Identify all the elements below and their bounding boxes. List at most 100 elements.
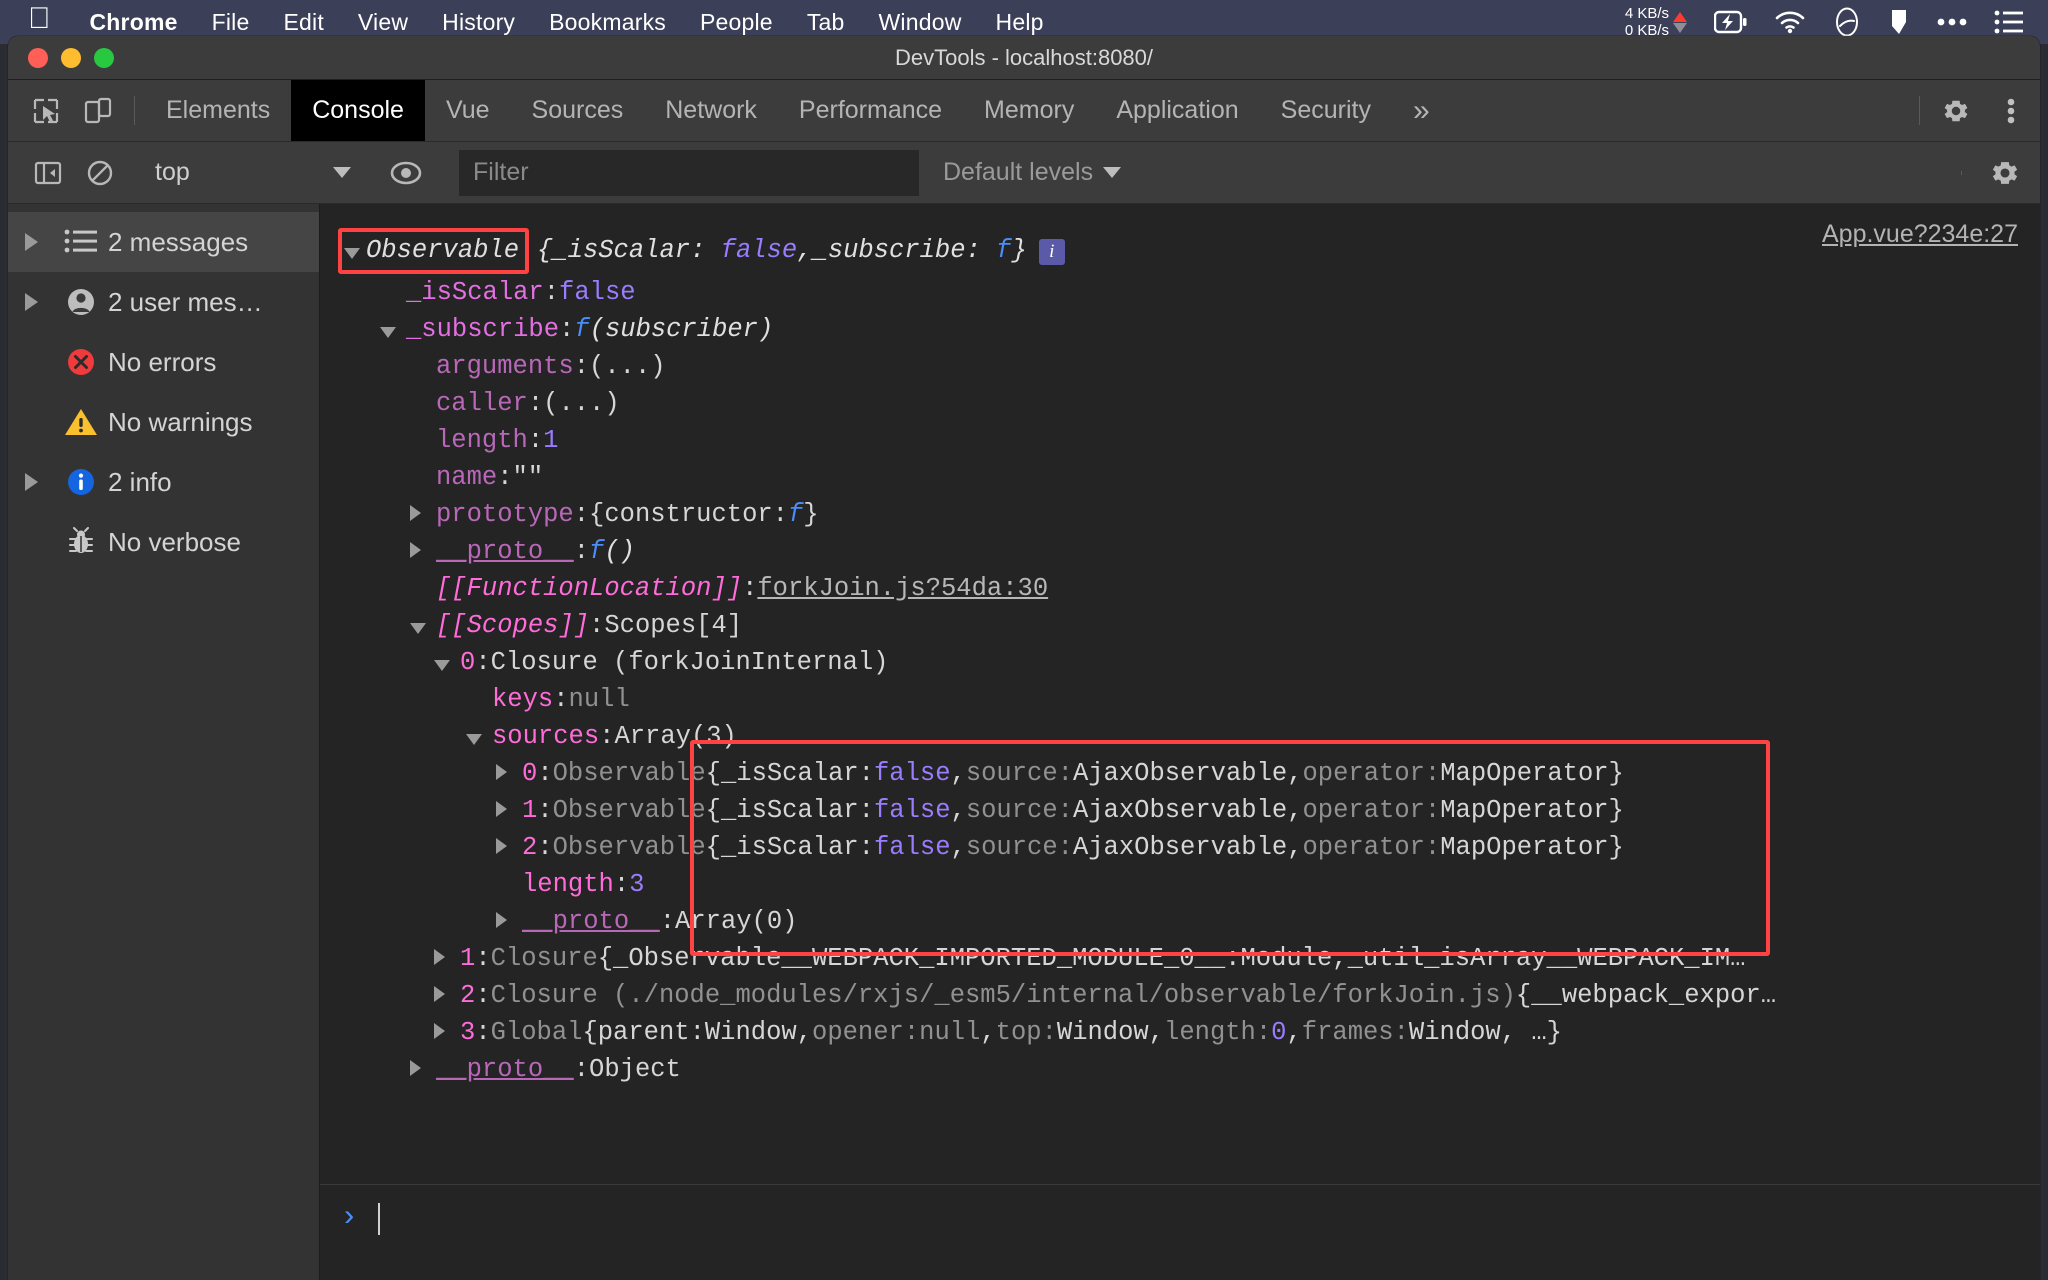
apple-logo-icon[interactable]:  [28, 4, 51, 34]
sidebar-item-warnings[interactable]: No warnings [8, 392, 319, 452]
expand-arrow-icon[interactable] [496, 829, 522, 866]
expand-arrow-icon[interactable] [496, 792, 522, 829]
tree-row-proto2[interactable]: __proto__: Array(0) [338, 903, 2040, 940]
tab-elements[interactable]: Elements [145, 80, 291, 141]
filter-input[interactable] [459, 149, 919, 196]
collapse-arrow-icon[interactable] [434, 644, 460, 681]
expand-arrow-icon[interactable] [410, 533, 436, 570]
minimize-window-button[interactable] [61, 47, 81, 68]
tree-row-keys[interactable]: keys: null [338, 681, 2040, 718]
menu-item-tab[interactable]: Tab [790, 9, 862, 36]
tree-row-sources[interactable]: sources: Array(3) [338, 718, 2040, 755]
menu-item-edit[interactable]: Edit [266, 9, 340, 36]
tab-performance[interactable]: Performance [778, 80, 963, 141]
sidebar-item-errors[interactable]: No errors [8, 332, 319, 392]
menu-item-chrome[interactable]: Chrome [73, 9, 195, 36]
console-settings-gear-icon[interactable] [1970, 157, 2040, 189]
tree-row-subscribe[interactable]: _subscribe: f (subscriber) [338, 311, 2040, 348]
tree-row-scope2[interactable]: 2: Closure (./node_modules/rxjs/_esm5/in… [338, 977, 2040, 1014]
expand-arrow-icon[interactable] [434, 977, 460, 1014]
dropbox-icon[interactable] [1888, 8, 1910, 36]
wifi-icon[interactable] [1774, 10, 1806, 34]
expand-arrow-icon[interactable] [410, 496, 436, 533]
clear-console-icon[interactable] [74, 159, 126, 187]
sidebar-item-user-messages[interactable]: 2 user mes… [8, 272, 319, 332]
tree-row-prototype[interactable]: prototype: {constructor: f} [338, 496, 2040, 533]
menu-item-view[interactable]: View [341, 9, 425, 36]
tree-token: : [589, 611, 605, 640]
tree-token: Closure (./node_modules/rxjs/_esm5/inter… [490, 981, 1516, 1010]
tree-row-name[interactable]: name: "" [338, 459, 2040, 496]
menu-item-window[interactable]: Window [862, 9, 979, 36]
tree-row-funcloc[interactable]: [[FunctionLocation]]: forkJoin.js?54da:3… [338, 570, 2040, 607]
menu-item-history[interactable]: History [425, 9, 532, 36]
tab-vue[interactable]: Vue [425, 80, 511, 141]
sidebar-item-info[interactable]: 2 info [8, 452, 319, 512]
tab-network[interactable]: Network [644, 80, 778, 141]
tree-row-scope0[interactable]: 0: Closure (forkJoinInternal) [338, 644, 2040, 681]
tree-row-caller[interactable]: caller: (...) [338, 385, 2040, 422]
show-console-sidebar-icon[interactable] [22, 159, 74, 187]
tab-application[interactable]: Application [1095, 80, 1259, 141]
tree-row-src0[interactable]: 0: Observable {_isScalar: false, source:… [338, 755, 2040, 792]
collapse-arrow-icon[interactable] [466, 718, 492, 755]
siri-icon[interactable] [1832, 7, 1862, 37]
more-tabs-button[interactable]: » [1392, 80, 1451, 141]
network-arrows [1673, 11, 1687, 33]
collapse-arrow-icon[interactable] [344, 247, 360, 259]
expand-arrow-icon[interactable] [496, 903, 522, 940]
prompt-text-caret [378, 1203, 381, 1235]
expand-arrow-icon[interactable] [496, 755, 522, 792]
console-object-header[interactable]: Observable { _isScalar : false , _subscr… [338, 228, 2040, 274]
console-prompt[interactable]: › [320, 1184, 2040, 1280]
tab-memory[interactable]: Memory [963, 80, 1095, 141]
tree-row-length3[interactable]: length: 3 [338, 866, 2040, 903]
menu-item-file[interactable]: File [195, 9, 267, 36]
expand-arrow-icon[interactable] [8, 293, 54, 311]
tree-row-proto1[interactable]: __proto__: f () [338, 533, 2040, 570]
tree-row-arguments[interactable]: arguments: (...) [338, 348, 2040, 385]
live-expression-icon[interactable] [380, 160, 432, 186]
expand-arrow-icon[interactable] [8, 233, 54, 251]
source-location-link[interactable]: App.vue?234e:27 [1822, 220, 2018, 249]
sidebar-item-messages[interactable]: 2 messages [8, 212, 319, 272]
tree-token: MapOperator} [1440, 759, 1624, 788]
tree-row-scope1[interactable]: 1: Closure {_Observable__WEBPACK_IMPORTE… [338, 940, 2040, 977]
tree-row-scopes[interactable]: [[Scopes]]: Scopes[4] [338, 607, 2040, 644]
tree-token: __proto__ [436, 537, 574, 566]
log-levels-selector[interactable]: Default levels [943, 158, 1122, 187]
tab-sources[interactable]: Sources [511, 80, 645, 141]
tree-token: : [537, 796, 553, 825]
collapse-arrow-icon[interactable] [410, 607, 436, 644]
tree-row-src1[interactable]: 1: Observable {_isScalar: false, source:… [338, 792, 2040, 829]
sidebar-item-verbose[interactable]: No verbose [8, 512, 319, 572]
tab-security[interactable]: Security [1260, 80, 1392, 141]
close-window-button[interactable] [28, 47, 48, 68]
tree-row-scope3[interactable]: 3: Global {parent: Window, opener: null,… [338, 1014, 2040, 1051]
tree-row-src2[interactable]: 2: Observable {_isScalar: false, source:… [338, 829, 2040, 866]
tree-row-length1[interactable]: length: 1 [338, 422, 2040, 459]
expand-arrow-icon[interactable] [410, 1051, 436, 1088]
inspect-element-icon[interactable] [20, 80, 72, 141]
expand-arrow-icon[interactable] [434, 940, 460, 977]
menu-item-people[interactable]: People [683, 9, 790, 36]
tree-row-isScalar[interactable]: _isScalar: false [338, 274, 2040, 311]
network-rate-indicator[interactable]: 4 KB/s 0 KB/s [1625, 5, 1687, 39]
maximize-window-button[interactable] [94, 47, 114, 68]
more-options-icon[interactable] [1982, 80, 2040, 141]
tab-console[interactable]: Console [291, 80, 425, 141]
menu-item-bookmarks[interactable]: Bookmarks [532, 9, 683, 36]
tree-token: MapOperator} [1440, 833, 1624, 862]
settings-gear-icon[interactable] [1930, 80, 1982, 141]
control-center-icon[interactable] [1994, 10, 2024, 34]
device-toolbar-icon[interactable] [72, 80, 124, 141]
execution-context-selector[interactable]: top [143, 153, 363, 193]
expand-arrow-icon[interactable] [434, 1014, 460, 1051]
ellipsis-icon[interactable] [1936, 17, 1968, 27]
info-badge-icon[interactable]: i [1038, 239, 1065, 265]
menu-item-help[interactable]: Help [979, 9, 1061, 36]
tree-row-proto3[interactable]: __proto__: Object [338, 1051, 2040, 1088]
battery-charging-icon[interactable] [1714, 9, 1748, 35]
collapse-arrow-icon[interactable] [380, 311, 406, 348]
expand-arrow-icon[interactable] [8, 473, 54, 491]
